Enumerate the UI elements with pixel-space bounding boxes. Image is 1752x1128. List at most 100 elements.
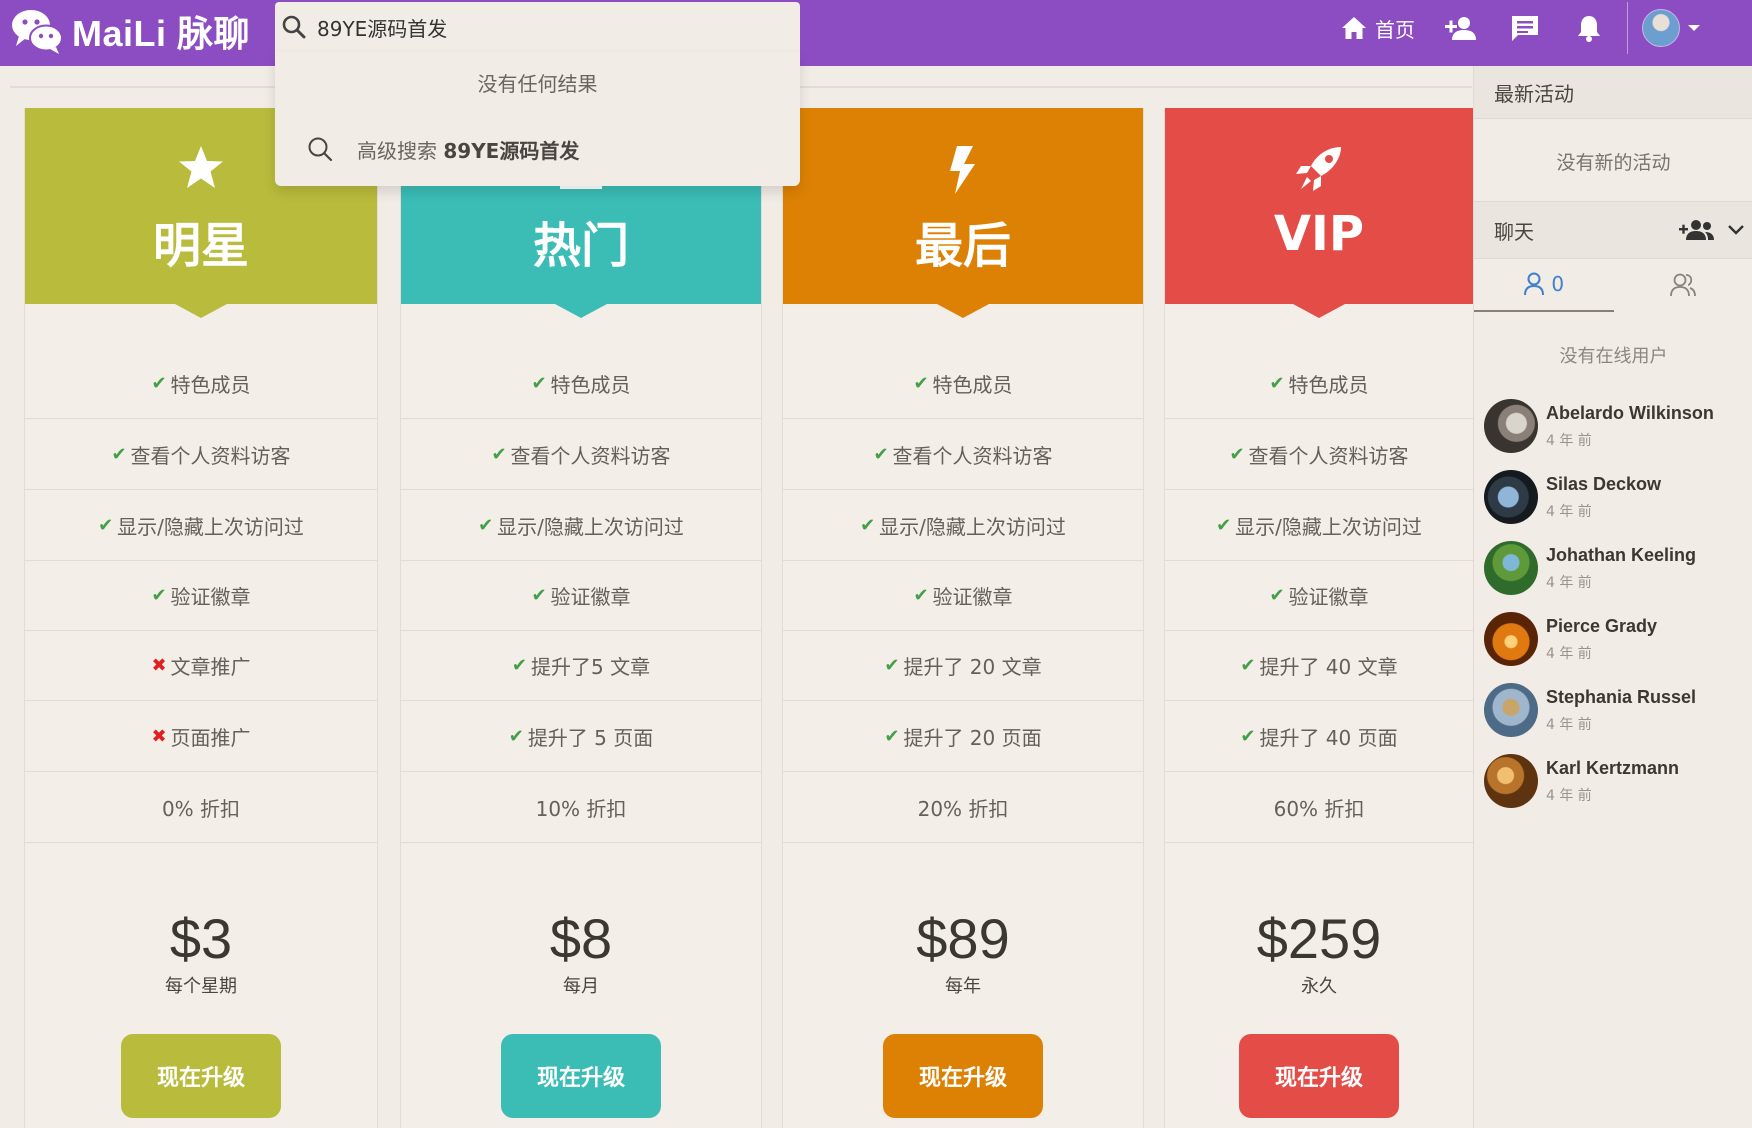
plan-card-vip: VIP ✔ 特色成员 ✔ 查看个人资料访客 ✔ 显示/隐藏上次访问过 ✔ 验证徽章 ✔ 提…: [1164, 108, 1474, 1128]
plan-feature: ✔ 查看个人资料访客: [401, 419, 761, 490]
discount-text: 0% 折扣: [161, 796, 241, 821]
plan-discount: 0% 折扣: [25, 772, 377, 843]
user-list-item[interactable]: Silas Deckow 4 年 前: [1484, 467, 1747, 527]
user-list-item[interactable]: Pierce Grady 4 年 前: [1484, 609, 1747, 669]
feature-text: 特色成员: [550, 372, 631, 397]
check-icon: ✔: [531, 372, 547, 394]
nav-notifications-button[interactable]: [1557, 0, 1621, 56]
advanced-search-term: 89YE源码首发: [443, 138, 580, 163]
plan-feature: ✔ 显示/隐藏上次访问过: [1165, 490, 1473, 561]
user-icon: [1524, 272, 1545, 296]
discount-text: 10% 折扣: [535, 796, 627, 821]
advanced-search-link[interactable]: 高级搜索 89YE源码首发: [275, 124, 800, 174]
user-last-seen: 4 年 前: [1546, 787, 1592, 804]
feature-text: 特色成员: [1288, 372, 1369, 397]
user-name: Karl Kertzmann: [1546, 757, 1680, 778]
chat-header: 聊天: [1474, 201, 1752, 259]
tab-online-users[interactable]: 0: [1474, 258, 1614, 312]
plan-feature: ✔ 特色成员: [25, 348, 377, 419]
pricing-plans: 明星 ✔ 特色成员 ✔ 查看个人资料访客 ✔ 显示/隐藏上次访问过 ✔ 验证徽章 ✖ 文章…: [24, 108, 1474, 1128]
search-bar: [275, 2, 800, 52]
plan-feature: ✔ 验证徽章: [401, 560, 761, 631]
user-name: Pierce Grady: [1546, 615, 1658, 636]
feature-text: 提升了 5 页面: [527, 725, 654, 750]
feature-text: 页面推广: [170, 725, 251, 750]
brand-logo[interactable]: MaiLi 脉聊: [10, 6, 250, 56]
plan-feature: ✔ 提升了 20 文章: [783, 630, 1143, 701]
nav-profile-menu[interactable]: [1642, 0, 1752, 56]
nav-home-link[interactable]: 首页: [1327, 0, 1429, 56]
feature-text: 验证徽章: [170, 584, 251, 609]
user-list-item[interactable]: Abelardo Wilkinson 4 年 前: [1484, 396, 1747, 456]
nav-friend-requests-button[interactable]: [1429, 0, 1493, 56]
discount-text: 20% 折扣: [917, 796, 1009, 821]
chat-title: 聊天: [1494, 219, 1534, 244]
cross-icon: ✖: [151, 725, 167, 747]
search-icon: [308, 137, 333, 162]
header-pointer: [175, 304, 227, 318]
user-list-item[interactable]: Karl Kertzmann 4 年 前: [1484, 751, 1747, 811]
plan-feature: ✔ 查看个人资料访客: [1165, 419, 1473, 490]
plan-title: 明星: [152, 218, 249, 274]
user-avatar: [1484, 683, 1538, 737]
user-last-seen: 4 年 前: [1546, 432, 1592, 449]
plan-feature: ✔ 提升了 40 页面: [1165, 701, 1473, 772]
message-icon: [1512, 16, 1538, 41]
feature-text: 提升了 40 页面: [1259, 725, 1398, 750]
search-icon: [282, 15, 306, 39]
cross-icon: ✖: [151, 654, 167, 676]
brand-name: MaiLi 脉聊: [72, 13, 251, 54]
user-list-item[interactable]: Johathan Keeling 4 年 前: [1484, 538, 1747, 598]
upgrade-button[interactable]: 现在升级: [121, 1034, 281, 1118]
star-icon: [179, 146, 223, 188]
plan-feature: ✔ 提升了 40 文章: [1165, 630, 1473, 701]
check-icon: ✔: [98, 514, 114, 536]
check-icon: ✔: [478, 514, 494, 536]
right-sidebar: 最新活动 没有新的活动 聊天 0 没有在线用户 Abelardo Wilkins…: [1473, 66, 1752, 1128]
chat-add-group-button[interactable]: [1677, 210, 1717, 250]
upgrade-button[interactable]: 现在升级: [1239, 1034, 1399, 1118]
feature-text: 提升了 40 文章: [1259, 654, 1398, 679]
feature-text: 查看个人资料访客: [130, 443, 291, 468]
feature-text: 显示/隐藏上次访问过: [879, 514, 1066, 539]
feature-text: 查看个人资料访客: [1248, 443, 1409, 468]
upgrade-button[interactable]: 现在升级: [501, 1034, 661, 1118]
tab-groups[interactable]: [1614, 258, 1752, 312]
discount-text: 60% 折扣: [1273, 796, 1365, 821]
upgrade-button[interactable]: 现在升级: [883, 1034, 1043, 1118]
plan-feature: ✔ 提升了 5 页面: [401, 701, 761, 772]
rocket-icon: [1296, 147, 1341, 191]
plan-feature: ✔ 显示/隐藏上次访问过: [783, 490, 1143, 561]
user-list-item[interactable]: Stephania Russel 4 年 前: [1484, 680, 1747, 740]
user-avatar: [1484, 541, 1538, 595]
lightning-icon: [950, 146, 975, 194]
activity-empty-text: 没有新的活动: [1556, 152, 1671, 174]
plan-title: 最后: [914, 218, 1011, 274]
plan-card-star: 明星 ✔ 特色成员 ✔ 查看个人资料访客 ✔ 显示/隐藏上次访问过 ✔ 验证徽章 ✖ 文章…: [24, 108, 378, 1128]
plan-feature: ✔ 特色成员: [783, 348, 1143, 419]
check-icon: ✔: [151, 372, 167, 394]
user-avatar: [1484, 399, 1538, 453]
search-dropdown: 没有任何结果 高级搜索 89YE源码首发: [275, 52, 800, 186]
online-count: 0: [1551, 272, 1565, 296]
plan-feature: ✖ 页面推广: [25, 701, 377, 772]
users-group-icon: [1670, 273, 1697, 297]
nav-messages-button[interactable]: [1493, 0, 1557, 56]
plan-feature: ✔ 特色成员: [401, 348, 761, 419]
plan-feature: ✔ 提升了 20 页面: [783, 701, 1143, 772]
user-last-seen: 4 年 前: [1546, 574, 1592, 591]
check-icon: ✔: [111, 443, 127, 465]
check-icon: ✔: [1240, 725, 1256, 747]
plan-card-hot: 热门 ✔ 特色成员 ✔ 查看个人资料访客 ✔ 显示/隐藏上次访问过 ✔ 验证徽章 ✔ 提升…: [400, 108, 762, 1128]
check-icon: ✔: [884, 725, 900, 747]
check-icon: ✔: [873, 443, 889, 465]
feature-text: 提升了 20 文章: [903, 654, 1042, 679]
feature-text: 提升了5 文章: [531, 654, 651, 679]
chat-collapse-toggle[interactable]: [1723, 210, 1749, 250]
plan-discount: 20% 折扣: [783, 772, 1143, 843]
plan-title: 热门: [532, 218, 629, 274]
feature-text: 提升了 20 页面: [903, 725, 1042, 750]
search-input[interactable]: [315, 14, 759, 40]
add-users-icon: [1679, 220, 1714, 240]
plan-feature: ✔ 查看个人资料访客: [25, 419, 377, 490]
